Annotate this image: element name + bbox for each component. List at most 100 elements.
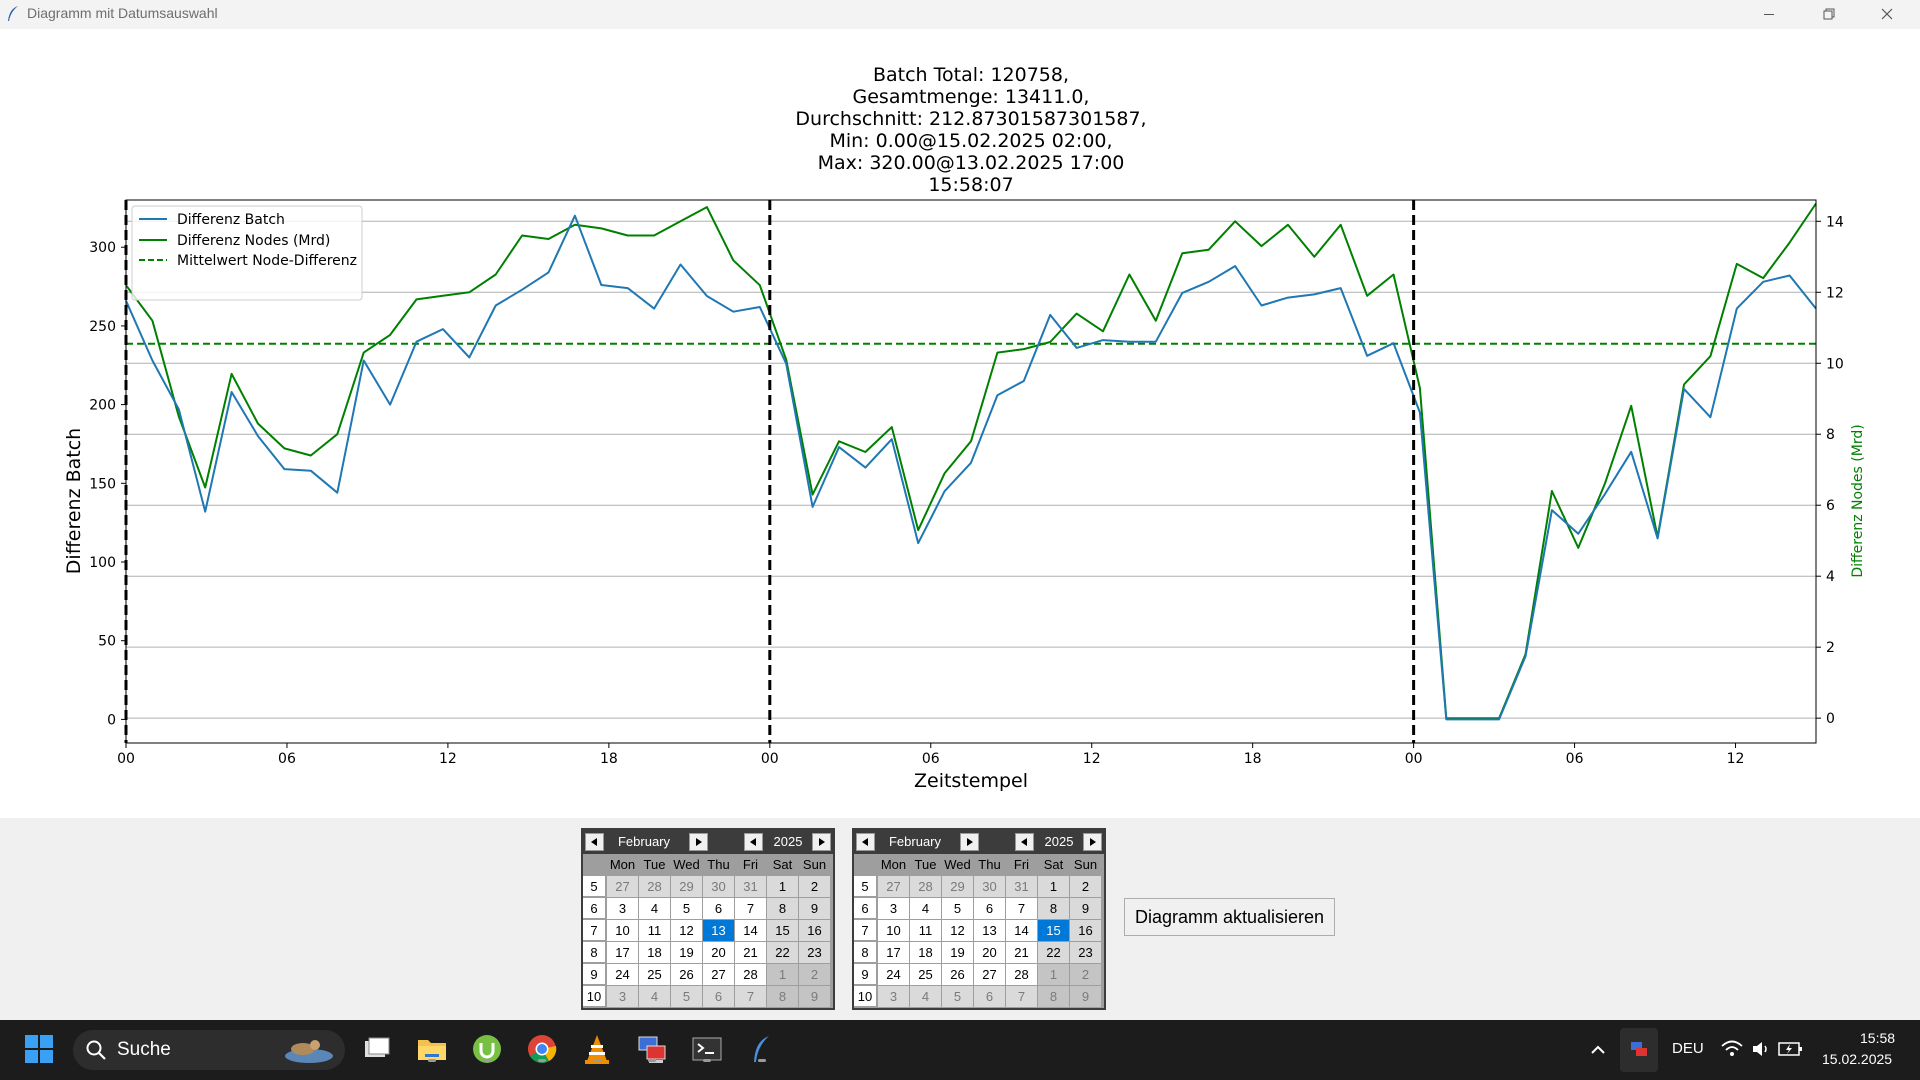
utorrent-button[interactable] <box>470 1032 504 1066</box>
calendar-day[interactable]: 9 <box>1070 898 1101 919</box>
calendar-day[interactable]: 18 <box>639 942 670 963</box>
end-date-calendar[interactable]: February 2025 Mon Tue Wed Thu Fri Sat Sun 5 27 28… <box>852 828 1106 1010</box>
calendar-day[interactable]: 1 <box>767 876 798 897</box>
calendar-day[interactable]: 24 <box>607 964 638 985</box>
calendar-day[interactable]: 8 <box>1038 898 1069 919</box>
calendar-day[interactable]: 8 <box>1038 986 1069 1007</box>
calendar-day[interactable]: 1 <box>1038 964 1069 985</box>
calendar-day[interactable]: 27 <box>703 964 734 985</box>
calendar-day[interactable]: 6 <box>974 986 1005 1007</box>
calendar-day[interactable]: 15 <box>767 920 798 941</box>
calendar-day[interactable]: 5 <box>671 898 702 919</box>
calendar-day[interactable]: 14 <box>735 920 766 941</box>
calendar-day[interactable]: 13 <box>974 920 1005 941</box>
python-app-button[interactable] <box>745 1032 779 1066</box>
minimize-button[interactable] <box>1740 0 1798 29</box>
calendar-day[interactable]: 27 <box>878 876 909 897</box>
calendar-day[interactable]: 8 <box>767 898 798 919</box>
calendar-day[interactable]: 7 <box>735 898 766 919</box>
calendar-day[interactable]: 2 <box>1070 876 1101 897</box>
calendar-day[interactable]: 28 <box>735 964 766 985</box>
calendar-day[interactable]: 18 <box>910 942 941 963</box>
calendar-day[interactable]: 28 <box>639 876 670 897</box>
terminal-button[interactable] <box>690 1032 724 1066</box>
show-hidden-icons-button[interactable] <box>1586 1038 1610 1062</box>
tray-app-button[interactable] <box>1620 1028 1658 1072</box>
task-view-button[interactable] <box>360 1032 394 1066</box>
calendar-day[interactable]: 21 <box>735 942 766 963</box>
calendar-day[interactable]: 12 <box>671 920 702 941</box>
calendar-day[interactable]: 19 <box>942 942 973 963</box>
calendar-day[interactable]: 24 <box>878 964 909 985</box>
calendar-day[interactable]: 3 <box>607 898 638 919</box>
restore-button[interactable] <box>1800 0 1858 29</box>
taskbar-search[interactable]: Suche <box>73 1030 345 1070</box>
next-month-button[interactable] <box>689 833 708 851</box>
calendar-day[interactable]: 20 <box>703 942 734 963</box>
quick-settings-button[interactable] <box>1720 1036 1810 1064</box>
calendar-day[interactable]: 10 <box>607 920 638 941</box>
calendar-day[interactable]: 11 <box>910 920 941 941</box>
calendar-day[interactable]: 13 <box>703 920 734 941</box>
calendar-day[interactable]: 1 <box>1038 876 1069 897</box>
prev-month-button[interactable] <box>856 833 875 851</box>
calendar-day[interactable]: 27 <box>607 876 638 897</box>
calendar-day[interactable]: 25 <box>639 964 670 985</box>
calendar-day[interactable]: 22 <box>1038 942 1069 963</box>
calendar-day[interactable]: 6 <box>974 898 1005 919</box>
calendar-day[interactable]: 6 <box>703 898 734 919</box>
next-month-button[interactable] <box>960 833 979 851</box>
remote-desktop-button[interactable] <box>635 1032 669 1066</box>
calendar-day[interactable]: 6 <box>703 986 734 1007</box>
calendar-day[interactable]: 9 <box>799 898 830 919</box>
calendar-day[interactable]: 26 <box>671 964 702 985</box>
calendar-day[interactable]: 22 <box>767 942 798 963</box>
calendar-day[interactable]: 8 <box>767 986 798 1007</box>
calendar-day[interactable]: 4 <box>910 898 941 919</box>
calendar-day[interactable]: 7 <box>735 986 766 1007</box>
start-date-calendar[interactable]: February 2025 Mon Tue Wed Thu Fri Sat Sun 5 27 28… <box>581 828 835 1010</box>
calendar-day[interactable]: 2 <box>799 964 830 985</box>
calendar-day[interactable]: 21 <box>1006 942 1037 963</box>
calendar-day[interactable]: 31 <box>735 876 766 897</box>
clock-date[interactable]: 15.02.2025 <box>1822 1051 1892 1067</box>
calendar-day[interactable]: 30 <box>974 876 1005 897</box>
calendar-day[interactable]: 2 <box>799 876 830 897</box>
calendar-day[interactable]: 26 <box>942 964 973 985</box>
calendar-day[interactable]: 29 <box>671 876 702 897</box>
calendar-day[interactable]: 15 <box>1038 920 1069 941</box>
calendar-day[interactable]: 16 <box>1070 920 1101 941</box>
calendar-day[interactable]: 30 <box>703 876 734 897</box>
prev-month-button[interactable] <box>585 833 604 851</box>
calendar-day[interactable]: 9 <box>799 986 830 1007</box>
calendar-day[interactable]: 17 <box>607 942 638 963</box>
calendar-day[interactable]: 3 <box>878 986 909 1007</box>
calendar-day[interactable]: 20 <box>974 942 1005 963</box>
calendar-day[interactable]: 7 <box>1006 898 1037 919</box>
calendar-day[interactable]: 5 <box>671 986 702 1007</box>
calendar-day[interactable]: 17 <box>878 942 909 963</box>
next-year-button[interactable] <box>1083 833 1102 851</box>
prev-year-button[interactable] <box>1015 833 1034 851</box>
start-button[interactable] <box>22 1032 56 1066</box>
calendar-day[interactable]: 14 <box>1006 920 1037 941</box>
calendar-day[interactable]: 23 <box>799 942 830 963</box>
close-button[interactable] <box>1858 0 1916 29</box>
input-language[interactable]: DEU <box>1672 1040 1704 1057</box>
calendar-day[interactable]: 4 <box>639 986 670 1007</box>
calendar-day[interactable]: 28 <box>1006 964 1037 985</box>
prev-year-button[interactable] <box>744 833 763 851</box>
calendar-day[interactable]: 29 <box>942 876 973 897</box>
calendar-day[interactable]: 16 <box>799 920 830 941</box>
file-explorer-button[interactable] <box>415 1032 449 1066</box>
calendar-day[interactable]: 2 <box>1070 964 1101 985</box>
clock-time[interactable]: 15:58 <box>1860 1030 1895 1046</box>
calendar-day[interactable]: 4 <box>910 986 941 1007</box>
calendar-day[interactable]: 3 <box>878 898 909 919</box>
chrome-button[interactable] <box>525 1032 559 1066</box>
calendar-day[interactable]: 31 <box>1006 876 1037 897</box>
next-year-button[interactable] <box>812 833 831 851</box>
calendar-day[interactable]: 10 <box>878 920 909 941</box>
update-chart-button[interactable]: Diagramm aktualisieren <box>1124 898 1335 936</box>
calendar-day[interactable]: 11 <box>639 920 670 941</box>
